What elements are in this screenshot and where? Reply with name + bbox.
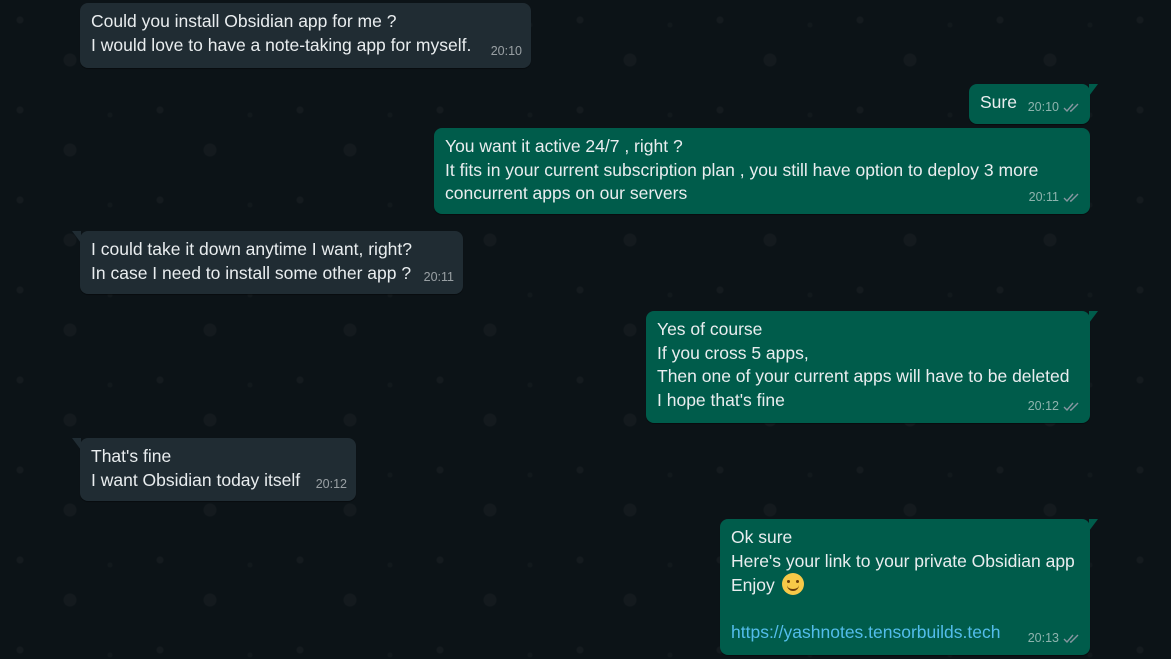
- message-text-line: You want it active 24/7 , right ?: [445, 136, 683, 156]
- message-text-line: Yes of course: [657, 319, 763, 339]
- double-check-icon: [1063, 634, 1079, 643]
- message-text-line: concurrent apps on our servers: [445, 183, 688, 203]
- message-text-line: Could you install Obsidian app for me ?: [91, 11, 397, 31]
- message-text-line: In case I need to install some other app…: [91, 262, 412, 283]
- double-check-icon: [1063, 103, 1079, 112]
- outgoing-message[interactable]: Sure 20:10: [969, 84, 1098, 124]
- message-text-line: Ok sure: [731, 527, 793, 547]
- outgoing-message[interactable]: Yes of course If you cross 5 apps, Then …: [646, 311, 1098, 423]
- message-text-line: It fits in your current subscription pla…: [445, 159, 1039, 180]
- message-meta: 20:11: [1029, 186, 1081, 210]
- message-meta: 20:10: [1028, 96, 1081, 120]
- message-text-line: I hope that's fine: [657, 389, 785, 410]
- message-meta: 20:10: [491, 40, 522, 64]
- message-text-line: Here's your link to your private Obsidia…: [731, 550, 1075, 571]
- outgoing-message[interactable]: Ok sure Here's your link to your private…: [720, 519, 1098, 655]
- message-meta: 20:13: [1028, 627, 1081, 651]
- double-check-icon: [1063, 193, 1079, 202]
- message-text-line: That's fine: [91, 446, 172, 466]
- message-text-line: Then one of your current apps will have …: [657, 366, 1070, 386]
- message-text-line: I would love to have a note-taking app f…: [91, 34, 472, 55]
- incoming-message[interactable]: That's fine I want Obsidian today itself…: [72, 438, 356, 501]
- message-text-line: If you cross 5 apps,: [657, 342, 809, 363]
- message-timestamp: 20:13: [1027, 630, 1059, 645]
- message-timestamp: 20:10: [1027, 99, 1059, 114]
- message-timestamp: 20:12: [315, 476, 347, 491]
- message-meta: 20:12: [1028, 395, 1081, 419]
- message-meta: 20:11: [424, 266, 454, 290]
- incoming-message[interactable]: Could you install Obsidian app for me ? …: [80, 3, 531, 68]
- outgoing-message[interactable]: You want it active 24/7 , right ? It fit…: [434, 128, 1090, 214]
- message-text-line: I could take it down anytime I want, rig…: [91, 239, 412, 259]
- double-check-icon: [1063, 402, 1079, 411]
- message-text: Enjoy: [731, 575, 775, 595]
- message-timestamp: 20:10: [490, 43, 522, 58]
- chat-message-list[interactable]: Could you install Obsidian app for me ? …: [0, 0, 1171, 659]
- smiling-face-emoji: [781, 573, 804, 595]
- message-timestamp: 20:12: [1027, 398, 1059, 413]
- message-meta: 20:12: [316, 473, 347, 497]
- message-timestamp: 20:11: [1028, 189, 1059, 204]
- incoming-message[interactable]: I could take it down anytime I want, rig…: [72, 231, 463, 294]
- message-text-line: Enjoy: [731, 573, 1079, 598]
- message-timestamp: 20:11: [423, 269, 454, 284]
- message-text-line: I want Obsidian today itself: [91, 469, 301, 490]
